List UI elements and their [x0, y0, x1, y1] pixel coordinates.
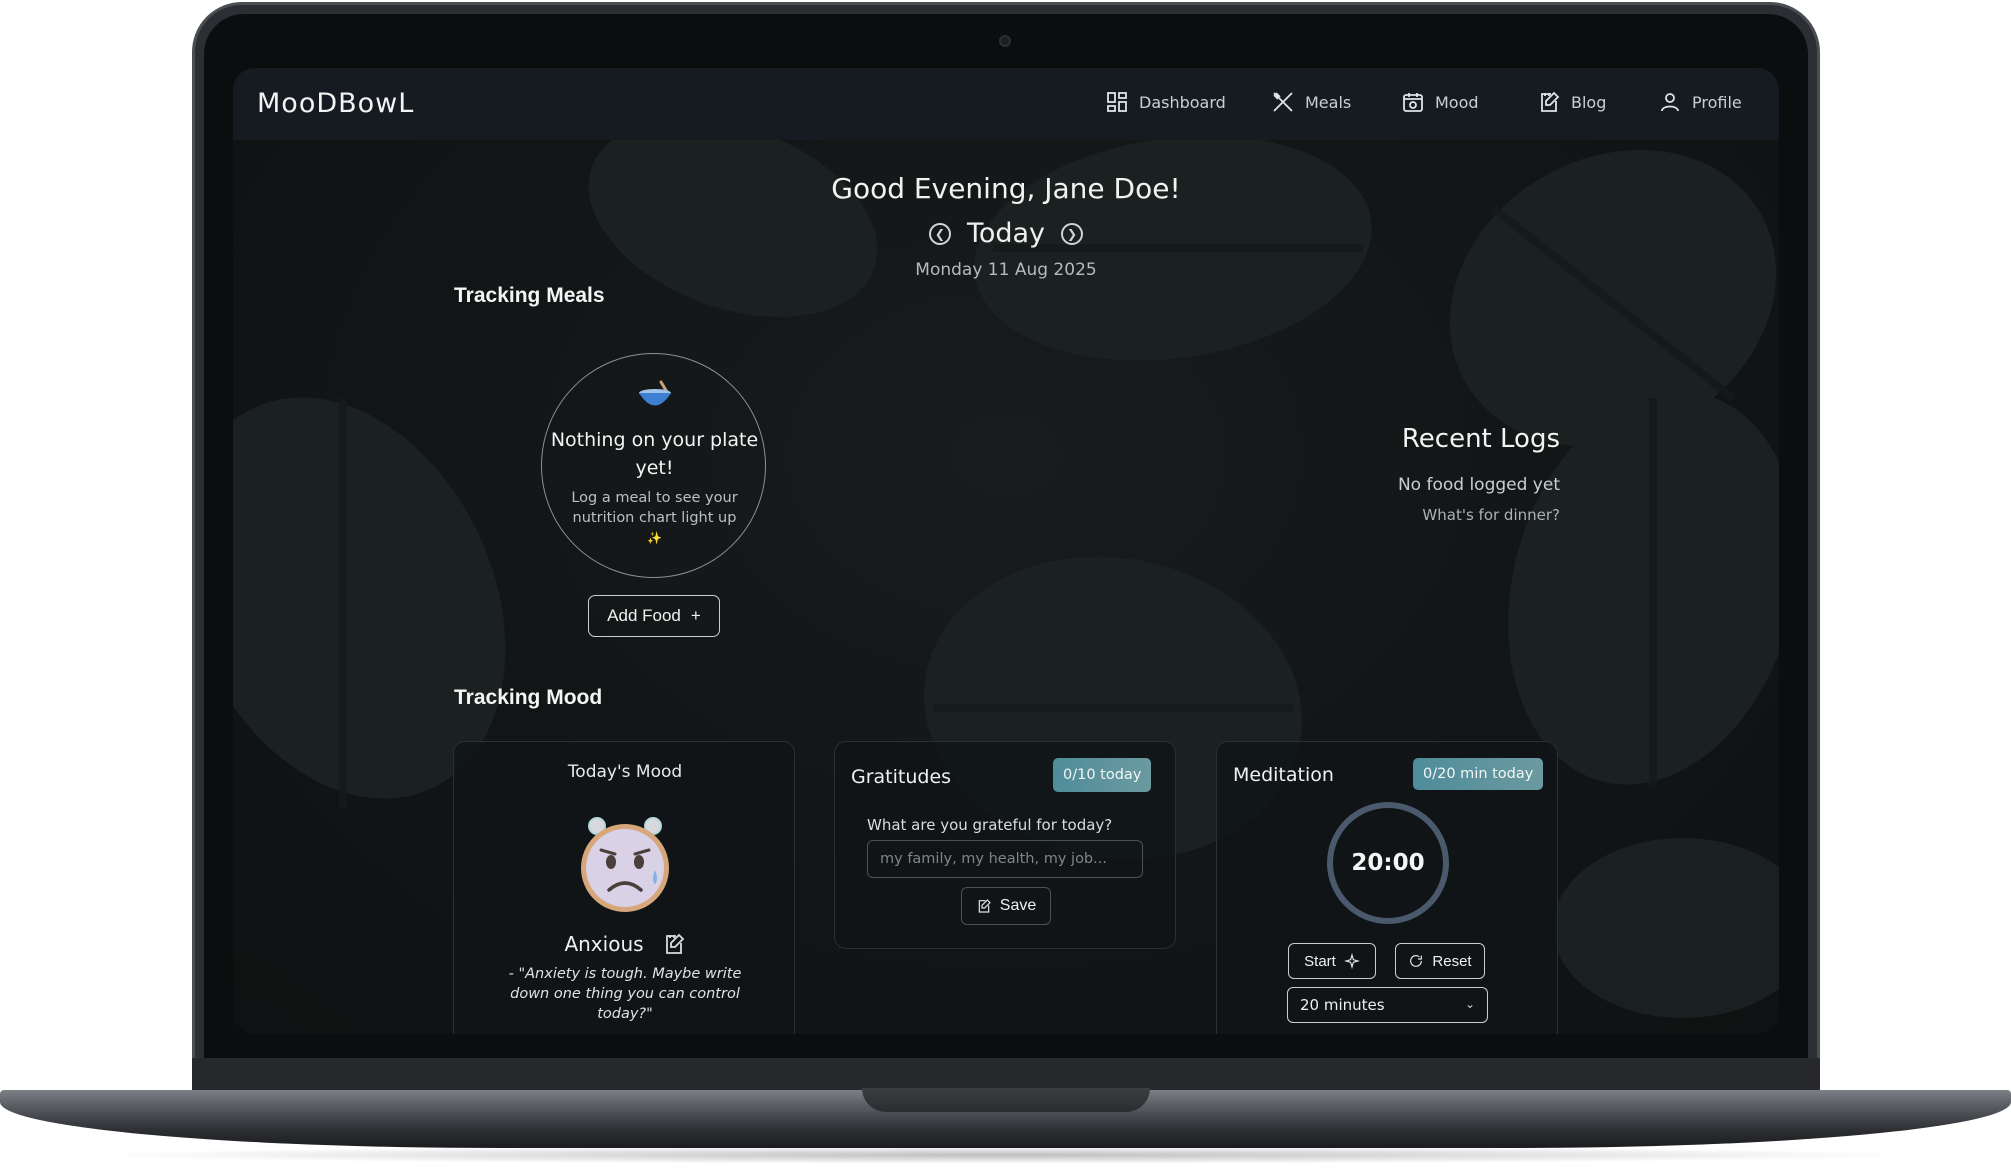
start-meditation-button[interactable]: Start	[1288, 943, 1376, 979]
dashboard-icon	[1107, 92, 1127, 112]
user-icon	[1661, 93, 1679, 112]
reset-meditation-button[interactable]: Reset	[1395, 943, 1485, 979]
nav-mood[interactable]: Mood	[1401, 90, 1479, 114]
add-food-button[interactable]: Add Food +	[588, 595, 720, 637]
refresh-icon	[1410, 955, 1423, 967]
brand-logo[interactable]: MooDBowL	[257, 88, 414, 119]
gratitudes-question: What are you grateful for today?	[867, 816, 1113, 834]
chevron-right-circle-icon[interactable]: ❯	[1061, 222, 1084, 245]
current-date: Monday 11 Aug 2025	[915, 260, 1097, 280]
meditation-card: Meditation 0/20 min today 20:00 Start Re…	[1216, 741, 1558, 1034]
sparkle-icon	[1343, 953, 1360, 969]
calendar-clock-icon	[1403, 93, 1423, 112]
nav-meals-label: Meals	[1305, 92, 1352, 112]
nav-dashboard-label: Dashboard	[1139, 92, 1226, 112]
chevron-down-icon: ⌄	[1464, 997, 1475, 1011]
gratitudes-card: Gratitudes 0/10 today What are you grate…	[834, 741, 1176, 949]
duration-select[interactable]: 20 minutes ⌄	[1287, 987, 1488, 1023]
mood-quote: - "Anxiety is tough. Maybe write down on…	[508, 966, 742, 1022]
app-screen: MooDBowL Dashboard Meals Mood Blog Profi…	[233, 68, 1779, 1034]
nav-meals[interactable]: Meals	[1271, 90, 1351, 114]
gratitudes-title: Gratitudes	[851, 766, 952, 788]
nav-profile-label: Profile	[1692, 92, 1742, 112]
recent-logs-heading: Recent Logs	[1401, 424, 1560, 454]
edit-note-icon	[1541, 91, 1560, 112]
bowl-icon	[639, 380, 671, 406]
meditation-timer: 20:00	[1327, 802, 1449, 924]
add-food-label: Add Food	[607, 606, 681, 625]
todays-mood-card: Today's Mood Anxious - "Anxiety is tough…	[453, 741, 795, 1034]
meditation-badge: 0/20 min today	[1413, 758, 1544, 790]
tracking-meals-heading: Tracking Meals	[454, 284, 605, 307]
recent-logs-subtitle: What's for dinner?	[1422, 506, 1560, 524]
nav-dashboard[interactable]: Dashboard	[1105, 90, 1226, 114]
chevron-left-circle-icon[interactable]: ❮	[928, 222, 951, 245]
save-gratitude-button[interactable]: Save	[961, 887, 1051, 925]
empty-plate-title: Nothing on your plate yet!	[550, 429, 759, 479]
mood-name-row: Anxious	[454, 932, 796, 956]
gratitudes-badge: 0/10 today	[1053, 758, 1152, 792]
mood-name: Anxious	[564, 932, 644, 956]
nav-blog[interactable]: Blog	[1537, 90, 1606, 114]
greeting-heading: Good Evening, Jane Doe!	[831, 172, 1181, 205]
current-day-label: Today	[966, 218, 1046, 249]
tracking-mood-heading: Tracking Mood	[454, 686, 603, 709]
todays-mood-label: Today's Mood	[567, 762, 683, 782]
edit-icon[interactable]	[662, 932, 686, 956]
nav-profile[interactable]: Profile	[1658, 90, 1742, 114]
plus-icon: +	[690, 606, 701, 625]
reset-label: Reset	[1432, 952, 1472, 970]
duration-value: 20 minutes	[1300, 996, 1385, 1014]
meditation-title: Meditation	[1233, 764, 1334, 786]
empty-plate-subtitle-text: Log a meal to see your nutrition chart l…	[571, 490, 738, 526]
sparkle-icon: ✨	[647, 531, 662, 545]
day-navigator: ❮ Today ❯	[233, 218, 1779, 249]
start-label: Start	[1304, 952, 1336, 970]
top-navbar: MooDBowL Dashboard Meals Mood Blog Profi…	[233, 68, 1779, 140]
nav-mood-label: Mood	[1435, 92, 1479, 112]
gratitude-input[interactable]	[867, 840, 1143, 878]
recent-logs-empty: No food logged yet	[1397, 475, 1560, 495]
anxious-face-icon[interactable]	[575, 814, 675, 914]
laptop-shadow	[80, 1146, 1930, 1164]
empty-plate-chart: Nothing on your plate yet! Log a meal to…	[541, 353, 766, 578]
laptop-chin	[192, 1058, 1820, 1090]
nav-blog-label: Blog	[1571, 92, 1607, 112]
laptop-notch	[862, 1088, 1150, 1112]
empty-plate-subtitle: Log a meal to see your nutrition chart l…	[564, 488, 745, 548]
edit-icon	[978, 899, 991, 913]
utensils-icon	[1273, 92, 1293, 112]
save-label: Save	[999, 897, 1037, 914]
camera-icon	[999, 35, 1011, 47]
